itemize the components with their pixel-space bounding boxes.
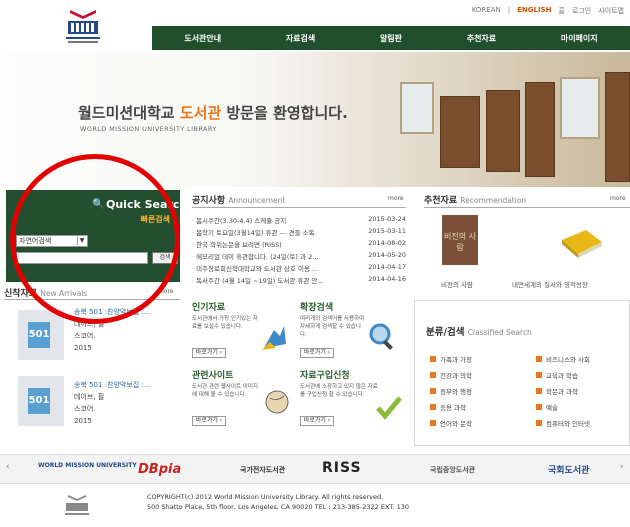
top-links: KOREAN | ENGLISH 홈 로그인 사이트맵 (471, 6, 624, 16)
notice-more-link[interactable]: more (388, 195, 404, 202)
sitemap-link[interactable]: 사이트맵 (598, 6, 624, 16)
go-button[interactable]: 바로가기 › (192, 416, 226, 426)
go-button[interactable]: 바로가기 › (300, 416, 334, 426)
welcome-heading: 월드미션대학교 도서관 방문을 환영합니다. (78, 104, 348, 122)
partner-national-library-logo[interactable]: 국립중앙도서관 (430, 465, 475, 475)
search-input[interactable] (16, 252, 148, 264)
recommend-more-link[interactable]: more (610, 195, 626, 202)
partner-riss-logo[interactable]: RISS (322, 460, 362, 476)
scroll-right-icon[interactable]: › (620, 462, 624, 472)
quick-search-panel: 🔍 Quick Search 빠른검색 자연어검색 ▼ 검색 (6, 190, 187, 282)
home-link[interactable]: 홈 (558, 6, 564, 16)
lang-korean-link[interactable]: KOREAN (472, 6, 501, 16)
new-arrivals-more-link[interactable]: more (158, 288, 174, 295)
notice-heading: 공지사항 Announcement (192, 196, 286, 206)
book-cover-vision[interactable]: 비전의 사람 (442, 215, 478, 265)
partner-wmu-logo[interactable]: WORLD MISSION UNIVERSITY (38, 462, 137, 469)
service-related-sites: 관련사이트 도서관 관련 웹사이트 이미지에 대해 볼 수 있습니다. 바로가기 … (192, 368, 294, 430)
partner-strip (0, 454, 630, 484)
service-popular: 인기자료 도서관에서 가장 인기있는 자료를 보실수 있습니다. 바로가기 › (192, 300, 294, 362)
nav-recommend[interactable]: 추천자료 (467, 33, 496, 44)
go-button[interactable]: 바로가기 › (300, 348, 334, 358)
new-arrival-item[interactable]: 송북 501 :찬양악보집 :... 데이브, 필 스코어. 2015 (74, 306, 151, 354)
nav-mypage[interactable]: 마이페이지 (561, 33, 598, 44)
recommend-item-label[interactable]: 내면세계의 질서와 영적성장 (512, 279, 588, 289)
bookshelf-image (525, 82, 555, 177)
partner-national-assembly-library-logo[interactable]: 국회도서관 (548, 463, 589, 476)
book-cover-number: 501 (28, 388, 50, 414)
notice-item[interactable]: · 미주장로회신학대학교와 도서관 상호 이용 ... 2014-04-17 (192, 263, 406, 273)
window-image (560, 77, 600, 139)
globe-icon (265, 390, 289, 414)
new-arrival-item[interactable]: 송북 501 :찬양악보집 :... 데이브, 필 스코어. 2015 (74, 379, 151, 427)
login-link[interactable]: 로그인 (572, 6, 591, 16)
notice-item[interactable]: · 독서주간 (4월 14일 ~19일) 도서관 휴관 안... 2014-04-1… (192, 275, 406, 285)
notice-item[interactable]: · 봄시주간(3.30-4.4) 스케쥴 공지 2015-03-24 (192, 215, 406, 225)
bookshelf-image (605, 72, 630, 182)
main-nav: 도서관안내 자료검색 알림판 추천자료 마이페이지 (152, 26, 630, 50)
recommend-item-label[interactable]: 비전의 사람 (441, 279, 473, 289)
search-button[interactable]: 검색 (152, 252, 178, 264)
category-link[interactable]: 학문과 과학 (536, 386, 578, 396)
nav-library-info[interactable]: 도서관안내 (184, 33, 221, 44)
category-link[interactable]: 예술 (536, 402, 558, 412)
nav-search[interactable]: 자료검색 (286, 33, 315, 44)
window-image (400, 82, 434, 134)
bookshelf-image (440, 96, 480, 168)
footer-info: COPYRIGHT(c) 2012 World Mission Universi… (147, 493, 410, 511)
category-link[interactable]: 비즈니스와 사회 (536, 354, 590, 364)
footer-logo (62, 494, 92, 516)
go-button[interactable]: 바로가기 › (192, 348, 226, 358)
search-type-select[interactable]: 자연어검색 ▼ (16, 235, 88, 247)
chevron-down-icon: ▼ (77, 237, 86, 245)
classified-heading: 분류/검색 Classified Search (426, 327, 532, 338)
quick-search-title-ko: 빠른검색 (140, 215, 170, 224)
welcome-subtitle: WORLD MISSION UNIVERSITY LIBRARY (80, 125, 217, 133)
book-cover-inner-world[interactable] (556, 218, 606, 260)
notice-item[interactable]: · 봄학기 토요일(3월14일) 휴관 --- 견들 소독 2015-03-11 (192, 227, 406, 237)
category-link[interactable]: 컴퓨터와 인터넷 (536, 418, 590, 428)
bookshelf-image (486, 90, 520, 172)
new-arrivals-heading: 신착자료 New Arrivals (4, 289, 88, 299)
notice-item[interactable]: · 한국 학위논문을 보려면 (RISS) 2014-08-02 (192, 239, 406, 249)
category-link[interactable]: 가족과 가정 (430, 354, 472, 364)
category-link[interactable]: 응용 과학 (430, 402, 466, 412)
lang-english-link[interactable]: ENGLISH (517, 6, 551, 16)
category-link[interactable]: 건강과 의학 (430, 370, 472, 380)
category-link[interactable]: 교육과 학습 (536, 370, 578, 380)
arrow-icon (262, 326, 286, 350)
service-purchase-request: 자료구입신청 도서관에 소장하고 있지 않은 자료를 구입신청 할 수 있습니다.… (300, 368, 402, 430)
service-advanced-search: 확장검색 여러개의 검색어를 사용하여 자세하게 검색할 수 있습니다. 바로가기… (300, 300, 402, 362)
checkmark-icon (376, 396, 402, 420)
recommend-heading: 추천자료 Recommendation (424, 196, 527, 206)
partner-dbpia-logo[interactable]: DBpia (138, 462, 181, 477)
partner-national-e-library-logo[interactable]: 국가전자도서관 (240, 465, 285, 475)
nav-board[interactable]: 알림판 (380, 33, 402, 44)
category-link[interactable]: 정부와 행정 (430, 386, 472, 396)
quick-search-title: Quick Search (106, 198, 188, 211)
magnifier-icon (369, 323, 393, 350)
university-logo[interactable] (62, 8, 104, 46)
search-icon: 🔍 (92, 199, 105, 210)
hero-banner: 월드미션대학교 도서관 방문을 환영합니다. WORLD MISSION UNI… (0, 52, 630, 187)
book-cover-number: 501 (28, 322, 50, 348)
scroll-left-icon[interactable]: ‹ (6, 462, 10, 472)
notice-item[interactable]: · 메모리얼 데이 휴관합니다. (24일(토) 과 2... 2014-05-20 (192, 251, 406, 261)
category-link[interactable]: 언어와 문학 (430, 418, 472, 428)
